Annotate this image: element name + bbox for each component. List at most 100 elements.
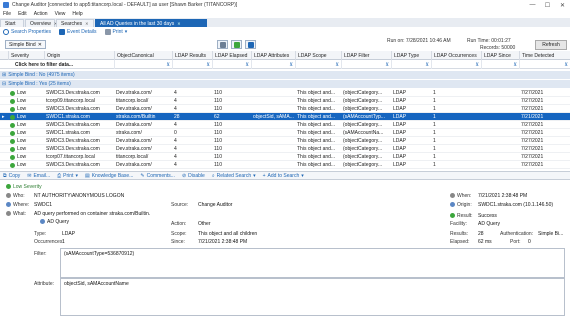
- results-label: Results:: [450, 231, 469, 237]
- tab-overview[interactable]: Overview✕: [25, 19, 57, 27]
- disable-button[interactable]: ⊘ Disable: [182, 173, 205, 179]
- group-row[interactable]: ⊟ Simple Bind : Yes (25 items): [0, 80, 570, 88]
- collapse-icon[interactable]: ⊟: [2, 81, 6, 87]
- table-row[interactable]: ▸ Low SWDC1.straka.com straka.com/Builtin 28…: [0, 113, 570, 121]
- close-tab-icon[interactable]: ✕: [85, 21, 88, 26]
- chevron-down-icon: ▾: [253, 172, 256, 179]
- event-details-button[interactable]: Event Details: [59, 28, 97, 35]
- close-tab-icon[interactable]: ✕: [177, 21, 180, 26]
- when-value: 7/21/2021 2:38:48 PM: [478, 193, 528, 199]
- cell-origin: SWDC1.straka.com: [46, 114, 90, 120]
- cell-time: 7/27/2021: [521, 90, 544, 96]
- column-header[interactable]: LDAP Results: [172, 51, 212, 60]
- column-header[interactable]: LDAP Occurrences: [431, 51, 481, 60]
- column-header[interactable]: LDAP Type: [391, 51, 431, 60]
- filter-icon[interactable]: ⊻: [341, 60, 391, 69]
- cell-attrs: [251, 129, 295, 137]
- cell-since: [481, 137, 519, 145]
- print-detail-button[interactable]: ⎙ Print ▾: [57, 173, 78, 179]
- column-header[interactable]: ObjectCanonical: [114, 51, 172, 60]
- column-header[interactable]: Time Detected: [519, 51, 570, 60]
- filter-row[interactable]: Click here to filter data... ⊻ ⊻ ⊻ ⊻ ⊻ ⊻…: [0, 60, 570, 69]
- close-icon[interactable]: ✕: [38, 42, 42, 48]
- cell-results: 0: [174, 130, 177, 136]
- cell-results: 4: [174, 162, 177, 168]
- filter-icon[interactable]: ⊻: [212, 60, 251, 69]
- cell-filter: (objectCategory...: [343, 122, 383, 128]
- maximize-button[interactable]: ☐: [540, 0, 555, 10]
- query-icon: [40, 219, 45, 225]
- cell-sev: Low: [8, 129, 44, 137]
- table-row[interactable]: Low SWDC1.straka.com straka.com/0 110 This o…: [0, 129, 570, 137]
- refresh-button[interactable]: Refresh: [535, 40, 567, 50]
- cell-filter: (sAMAccountTyp...: [343, 114, 385, 120]
- email-button[interactable]: ✉ Email...: [27, 173, 50, 179]
- table-row[interactable]: Low tcorp07.titancorp.local titancorp.loca…: [0, 153, 570, 161]
- what-value: AD query performed on container straka.c…: [34, 211, 151, 217]
- filter-icon[interactable]: ⊻: [172, 60, 212, 69]
- table-row[interactable]: Low SWDC3.Dev.straka.com Dev.straka.com/4 1…: [0, 121, 570, 129]
- knowledge-base-button[interactable]: ▤ Knowledge Base...: [85, 173, 133, 179]
- port-value: 0: [528, 239, 531, 245]
- menu-action[interactable]: Action: [34, 11, 48, 17]
- close-button[interactable]: ✕: [555, 0, 570, 10]
- table-row[interactable]: Low tcorp09.titancorp.local titancorp.loca…: [0, 97, 570, 105]
- minimize-button[interactable]: —: [525, 0, 540, 10]
- filter-icon[interactable]: ⊻: [251, 60, 295, 69]
- cell-since: [481, 97, 519, 105]
- copy-button[interactable]: ⧉ Copy: [3, 173, 20, 179]
- add-to-search-button[interactable]: + Add to Search ▾: [263, 173, 304, 179]
- comments-button[interactable]: ✎ Comments...: [140, 173, 175, 179]
- attribute-box[interactable]: objectSid, sAMAccountName: [60, 278, 565, 316]
- source-label: Source:: [171, 202, 189, 208]
- column-header[interactable]: LDAP Attributes: [251, 51, 295, 60]
- filter-icon[interactable]: ⊻: [431, 60, 481, 69]
- cell-results: 4: [174, 106, 177, 112]
- column-header[interactable]: Severity: [8, 51, 44, 60]
- column-header[interactable]: LDAP Scope: [295, 51, 341, 60]
- filter-icon[interactable]: ⊻: [519, 60, 570, 69]
- filter-box[interactable]: (sAMAccountType=536870912): [60, 248, 565, 278]
- menu-edit[interactable]: Edit: [18, 11, 27, 17]
- tab-start[interactable]: Start: [0, 19, 24, 27]
- cell-scope: This object and...: [297, 146, 336, 152]
- filter-icon[interactable]: ⊻: [481, 60, 519, 69]
- table-row[interactable]: Low SWDC3.Dev.straka.com Dev.straka.com/4 1…: [0, 145, 570, 153]
- group-by-button[interactable]: Simple Bind ✕: [5, 40, 46, 49]
- column-header[interactable]: LDAP Since: [481, 51, 519, 60]
- search-properties-button[interactable]: Search Properties: [3, 28, 51, 35]
- table-row[interactable]: Low SWDC3.Dev.straka.com Dev.straka.com/4 1…: [0, 89, 570, 97]
- filter-icon[interactable]: ⊻: [391, 60, 431, 69]
- table-row[interactable]: Low SWDC3.Dev.straka.com Dev.straka.com/4 1…: [0, 161, 570, 169]
- cell-attrs: [251, 153, 295, 161]
- cell-since: [481, 153, 519, 161]
- chart-view-icon[interactable]: [231, 40, 242, 49]
- cell-type: LDAP: [393, 90, 407, 96]
- print-button[interactable]: Print ▾: [104, 28, 127, 35]
- filter-prompt[interactable]: Click here to filter data...: [15, 60, 73, 69]
- cell-scope: This object and...: [297, 130, 336, 136]
- chevron-down-icon: ▾: [75, 172, 78, 179]
- column-header[interactable]: Origin: [44, 51, 114, 60]
- cell-obj: titancorp.local/: [116, 154, 149, 160]
- tab-searches[interactable]: Searches ✕: [56, 19, 94, 27]
- related-search-button[interactable]: ⌕ Related Search ▾: [212, 173, 256, 179]
- menu-help[interactable]: Help: [72, 11, 82, 17]
- group-row[interactable]: ⊞ Simple Bind : No (4975 items): [0, 71, 570, 79]
- column-header[interactable]: LDAP Filter: [341, 51, 391, 60]
- table-row[interactable]: Low SWDC3.Dev.straka.com Dev.straka.com/4 1…: [0, 105, 570, 113]
- column-header[interactable]: LDAP Elapsed: [212, 51, 251, 60]
- cell-since: [481, 145, 519, 153]
- export-icon[interactable]: [245, 40, 256, 49]
- scope-value: This object and all children: [198, 231, 258, 237]
- menu-file[interactable]: File: [3, 11, 11, 17]
- grid-view-icon[interactable]: [217, 40, 228, 49]
- cell-filter: (objectCategory...: [343, 154, 383, 160]
- tab-ad-queries[interactable]: All AD Queries in the last 30 days ✕: [95, 19, 207, 27]
- filter-icon[interactable]: ⊻: [295, 60, 341, 69]
- table-row[interactable]: Low SWDC3.Dev.straka.com Dev.straka.com/4 1…: [0, 137, 570, 145]
- menu-view[interactable]: View: [55, 11, 66, 17]
- cell-type: LDAP: [393, 146, 407, 152]
- filter-icon[interactable]: ⊻: [114, 60, 172, 69]
- expand-icon[interactable]: ⊞: [2, 72, 6, 78]
